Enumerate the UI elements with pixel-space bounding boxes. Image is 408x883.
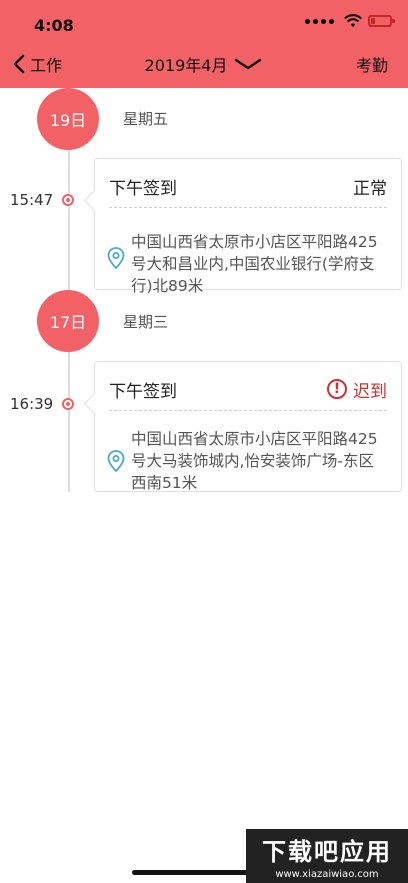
timeline-dot	[62, 194, 74, 206]
location-pin-icon	[107, 450, 125, 472]
battery-icon	[368, 15, 395, 27]
status-icons	[305, 14, 395, 28]
signal-icon	[305, 18, 334, 24]
status-time: 4:08	[34, 16, 74, 35]
wifi-icon	[344, 14, 362, 27]
status-badge: ! 迟到	[327, 377, 387, 402]
month-title: 2019年4月	[144, 56, 228, 75]
checkin-card[interactable]: 下午签到 ! 迟到 中国山西省太原市小店区平阳路425号大马装饰城内,怡安装饰广…	[94, 361, 402, 492]
divider	[109, 410, 387, 411]
divider	[109, 207, 387, 208]
month-selector[interactable]: 2019年4月	[0, 52, 408, 76]
entry-time: 16:39	[10, 395, 54, 413]
watermark-logo: 下载吧应用 www.xiazaiwiao.com	[246, 829, 408, 883]
alert-icon: !	[327, 379, 347, 399]
entry-time: 15:47	[10, 191, 54, 209]
chevron-down-icon	[235, 58, 262, 70]
checkin-title: 下午签到	[109, 178, 177, 199]
header-bar: 4:08 工作 2019年4月 考勤	[0, 0, 408, 88]
status-badge: 正常	[353, 174, 387, 199]
checkin-card[interactable]: 下午签到 正常 中国山西省太原市小店区平阳路425号大和昌业内,中国农业银行(学…	[94, 158, 402, 295]
checkin-title: 下午签到	[109, 381, 177, 402]
attendance-button[interactable]: 考勤	[356, 52, 388, 76]
status-label: 迟到	[353, 381, 387, 402]
weekday-label: 星期三	[123, 313, 169, 331]
status-label: 正常	[353, 178, 387, 199]
checkin-address: 中国山西省太原市小店区平阳路425号大马装饰城内,怡安装饰广场-东区西南51米	[131, 430, 378, 492]
nav-bar: 工作 2019年4月 考勤	[0, 50, 408, 82]
checkin-address: 中国山西省太原市小店区平阳路425号大和昌业内,中国农业银行(学府支行)北89米	[131, 233, 378, 295]
weekday-label: 星期五	[123, 110, 169, 128]
date-badge: 17日	[37, 290, 99, 352]
watermark-main: 下载吧应用	[262, 838, 392, 866]
watermark-url: www.xiazaiwiao.com	[275, 869, 379, 880]
location-pin-icon	[107, 247, 125, 269]
timeline-dot	[62, 398, 74, 410]
date-badge: 19日	[37, 88, 99, 150]
